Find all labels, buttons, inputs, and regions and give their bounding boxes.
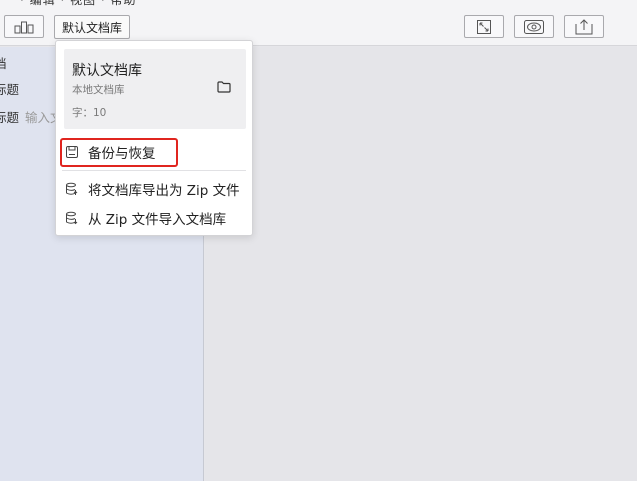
menu-bar-cutoff: · 编辑 · 视图 · 帮助 xyxy=(20,0,137,7)
sidebar-item-label: 档 xyxy=(0,56,7,71)
library-stats-button[interactable] xyxy=(4,15,44,38)
share-upload-icon xyxy=(575,18,593,35)
expand-button[interactable] xyxy=(464,15,504,38)
menu-item-backup-restore[interactable]: 备份与恢复 xyxy=(62,140,248,164)
menu-item-label: 备份与恢复 xyxy=(88,146,156,162)
library-menu-popover: 默认文档库 本地文档库 字：10 备份与恢复 将文档库导出为 Zip 文件 从 … xyxy=(55,40,253,236)
share-button[interactable] xyxy=(564,15,604,38)
menu-item-import-zip[interactable]: 从 Zip 文件导入文档库 xyxy=(62,206,248,230)
database-import-icon xyxy=(65,211,79,225)
editor-area xyxy=(205,47,637,481)
expand-icon xyxy=(477,19,491,34)
library-card[interactable]: 默认文档库 本地文档库 字：10 xyxy=(64,49,246,129)
preview-button[interactable] xyxy=(514,15,554,38)
sidebar-item-label: 标题 xyxy=(0,82,20,97)
sidebar-item[interactable]: 标题 xyxy=(0,79,19,98)
library-word-count: 字：10 xyxy=(72,107,107,119)
save-disk-icon xyxy=(65,145,79,159)
menu-item-label: 将文档库导出为 Zip 文件 xyxy=(88,183,240,199)
menu-item-label: 从 Zip 文件导入文档库 xyxy=(88,212,227,228)
menu-item-export-zip[interactable]: 将文档库导出为 Zip 文件 xyxy=(62,177,248,201)
database-export-icon xyxy=(65,182,79,196)
sidebar-item[interactable]: 档 xyxy=(0,53,7,72)
library-name: 默认文档库 xyxy=(72,63,142,79)
menu-divider xyxy=(62,170,246,171)
sidebar-item-label: 标题 xyxy=(0,110,20,125)
library-type: 本地文档库 xyxy=(72,84,125,96)
library-stats-icon xyxy=(14,20,34,34)
sidebar-item[interactable]: 标题 输入文 xyxy=(0,107,63,126)
library-switch-button[interactable]: 默认文档库 xyxy=(54,15,130,39)
open-folder-icon[interactable] xyxy=(217,81,231,97)
preview-eye-icon xyxy=(524,19,544,34)
